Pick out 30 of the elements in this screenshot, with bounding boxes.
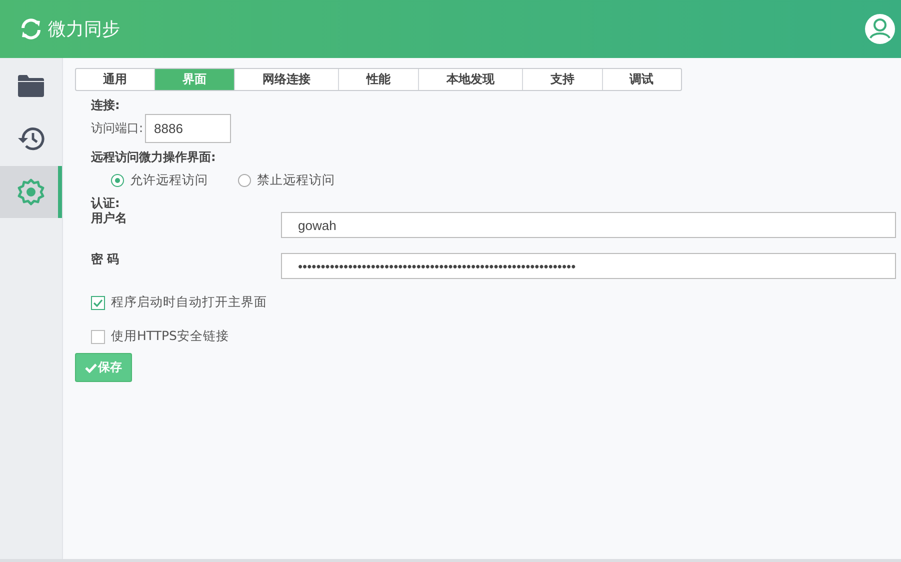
section-heading: 认证: [91,195,121,212]
app-title: 微力同步 [48,18,120,41]
tab[interactable]: 网络连接 [234,69,338,90]
tab[interactable]: 支持 [522,69,602,90]
sync-icon [19,17,43,41]
gear-icon [17,178,45,206]
tab[interactable]: 调试 [602,69,681,90]
input-field[interactable]: ••••••••••••••••••••••••••••••••••••••••••••••••••••••••••••• [281,253,896,279]
input-field[interactable]: gowah [281,212,896,238]
radio-button[interactable] [238,174,251,187]
field-label: 访问端口: [91,120,144,137]
checkbox-label: 程序启动时自动打开主界面 [111,294,267,311]
user-avatar-icon[interactable] [865,14,895,44]
checkbox-label: 使用HTTPS安全链接 [111,328,229,345]
section-heading: 连接: [91,97,121,114]
radio-button[interactable] [111,174,124,187]
tab[interactable]: 性能 [338,69,418,90]
checkbox[interactable] [91,296,105,310]
folder-icon [18,75,44,97]
checkbox[interactable] [91,330,105,344]
input-field[interactable]: 8886 [145,114,232,143]
radio-label: 禁止远程访问 [257,172,335,189]
field-label: 密 码 [91,251,120,268]
tab[interactable]: 本地发现 [418,69,522,90]
radio-label: 允许远程访问 [130,172,208,189]
tab[interactable]: 通用 [76,69,154,90]
history-icon [17,126,45,152]
section-heading: 远程访问微力操作界面: [91,149,217,166]
field-label: 用户名 [91,210,128,227]
check-icon [85,362,97,372]
